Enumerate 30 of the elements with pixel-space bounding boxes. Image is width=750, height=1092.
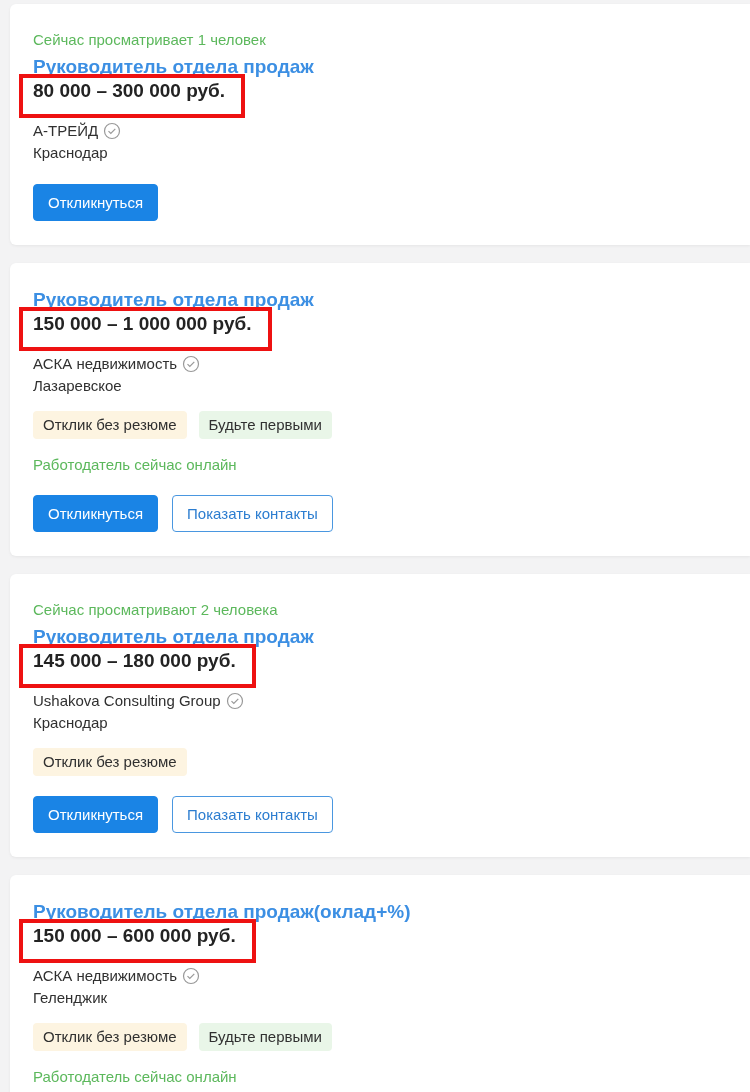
viewers-count: Сейчас просматривают 2 человека <box>33 600 279 620</box>
respond-button[interactable]: Откликнуться <box>33 184 159 221</box>
viewers-count: Сейчас просматривает 1 человек <box>33 30 267 50</box>
vacancy-title[interactable]: Руководитель отдела продаж <box>33 289 726 311</box>
company-name[interactable]: АСКА недвижимость <box>33 353 178 375</box>
vacancy-title[interactable]: Руководитель отдела продаж(оклад+%) <box>33 901 726 923</box>
contacts-button[interactable]: Показать контакты <box>172 495 333 532</box>
respond-button[interactable]: Откликнуться <box>33 796 159 833</box>
contacts-button[interactable]: Показать контакты <box>172 796 333 833</box>
tag: Будьте первыми <box>198 411 332 439</box>
respond-button[interactable]: Откликнуться <box>33 495 159 532</box>
company-name[interactable]: А-ТРЕЙД <box>33 120 99 142</box>
company-name[interactable]: АСКА недвижимость <box>33 965 178 987</box>
city: Лазаревское <box>33 376 123 396</box>
salary: 150 000 – 600 000 руб. <box>33 925 236 946</box>
city: Краснодар <box>33 143 109 163</box>
online-status: Работодатель сейчас онлайн <box>33 455 238 475</box>
tag: Отклик без резюме <box>33 748 187 776</box>
salary: 80 000 – 300 000 руб. <box>33 80 226 101</box>
tag: Отклик без резюме <box>33 411 187 439</box>
tag: Отклик без резюме <box>33 1023 187 1051</box>
city: Геленджик <box>33 988 109 1008</box>
vacancy-title[interactable]: Руководитель отдела продаж <box>33 626 726 648</box>
city: Краснодар <box>33 713 109 733</box>
salary: 145 000 – 180 000 руб. <box>33 650 236 671</box>
online-status: Работодатель сейчас онлайн <box>33 1067 238 1087</box>
vacancy-title[interactable]: Руководитель отдела продаж <box>33 56 726 78</box>
company-name[interactable]: Ushakova Consulting Group <box>33 690 221 712</box>
salary: 150 000 – 1 000 000 руб. <box>33 313 252 334</box>
tag: Будьте первыми <box>198 1023 332 1051</box>
